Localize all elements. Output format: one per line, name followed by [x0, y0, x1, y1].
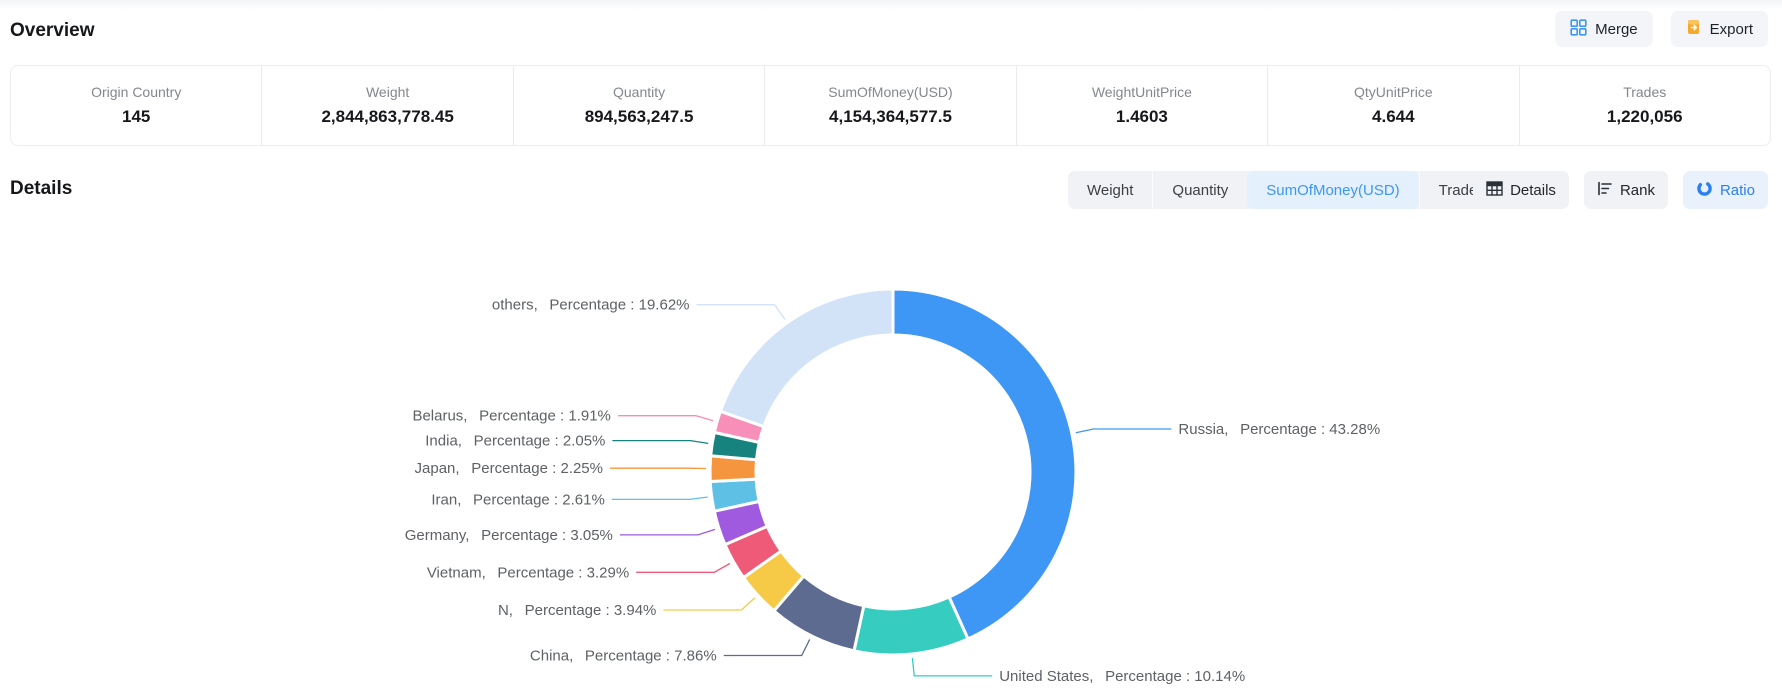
label-leader-line-iran [612, 497, 708, 499]
label-leader-line-n [663, 598, 754, 610]
top-gradient-strip [0, 0, 1782, 10]
stat-quantity: Quantity 894,563,247.5 [514, 66, 765, 145]
stat-value: 894,563,247.5 [585, 107, 694, 127]
stat-value: 1,220,056 [1607, 107, 1683, 127]
stat-label: Quantity [613, 84, 665, 100]
tab-label: Rank [1620, 182, 1655, 199]
stat-value: 1.4603 [1116, 107, 1168, 127]
label-leader-line-russia [1076, 429, 1172, 433]
label-leader-line-china [724, 639, 810, 655]
label-leader-line-belarus [618, 416, 713, 421]
page-title: Overview [10, 20, 95, 42]
stat-value: 4,154,364,577.5 [829, 107, 952, 127]
merge-grid-icon [1570, 19, 1587, 40]
toolbar: Merge Export [1555, 11, 1768, 47]
pie-label-china: China, Percentage : 7.86% [530, 648, 717, 665]
tab-rank-view[interactable]: Rank [1584, 171, 1668, 209]
stat-label: Origin Country [91, 84, 181, 100]
stat-label: QtyUnitPrice [1354, 84, 1433, 100]
tab-sum-of-money[interactable]: SumOfMoney(USD) [1247, 171, 1418, 209]
stat-qty-unit-price: QtyUnitPrice 4.644 [1268, 66, 1519, 145]
stat-label: WeightUnitPrice [1092, 84, 1192, 100]
export-button[interactable]: Export [1671, 11, 1768, 47]
tab-label: Ratio [1720, 182, 1755, 199]
pie-slice-others[interactable] [720, 289, 893, 427]
details-section-title: Details [10, 178, 72, 200]
table-icon [1486, 181, 1503, 200]
stat-origin-country: Origin Country 145 [11, 66, 262, 145]
stat-label: Weight [366, 84, 409, 100]
stat-sum-of-money: SumOfMoney(USD) 4,154,364,577.5 [765, 66, 1016, 145]
label-leader-line-united-states [912, 658, 992, 676]
label-leader-line-germany [620, 529, 715, 535]
tab-label: Details [1510, 182, 1556, 199]
pie-slice-united-states[interactable] [854, 597, 968, 655]
stat-value: 4.644 [1372, 107, 1415, 127]
stat-weight-unit-price: WeightUnitPrice 1.4603 [1017, 66, 1268, 145]
merge-button-label: Merge [1595, 21, 1638, 38]
pie-label-united-states: United States, Percentage : 10.14% [999, 668, 1245, 685]
pie-label-india: India, Percentage : 2.05% [425, 433, 605, 450]
stat-label: SumOfMoney(USD) [828, 84, 952, 100]
tab-quantity[interactable]: Quantity [1152, 171, 1247, 209]
pie-label-germany: Germany, Percentage : 3.05% [405, 527, 613, 544]
pie-label-iran: Iran, Percentage : 2.61% [431, 491, 604, 508]
stat-label: Trades [1623, 84, 1666, 100]
pie-label-russia: Russia, Percentage : 43.28% [1178, 421, 1380, 438]
stat-weight: Weight 2,844,863,778.45 [262, 66, 513, 145]
measure-tab-group: Weight Quantity SumOfMoney(USD) Trades [1068, 171, 1504, 209]
rank-bars-icon [1597, 181, 1613, 200]
pie-label-belarus: Belarus, Percentage : 1.91% [412, 408, 610, 425]
tab-ratio-view[interactable]: Ratio [1683, 171, 1768, 209]
pie-slice-russia[interactable] [893, 289, 1076, 639]
label-leader-line-vietnam [636, 564, 730, 573]
stat-value: 2,844,863,778.45 [321, 107, 453, 127]
pie-label-n: N, Percentage : 3.94% [498, 602, 656, 619]
overview-stats-card: Origin Country 145 Weight 2,844,863,778.… [10, 65, 1771, 146]
tab-details-view[interactable]: Details [1473, 171, 1569, 209]
merge-button[interactable]: Merge [1555, 11, 1653, 47]
stat-value: 145 [122, 107, 150, 127]
label-leader-line-others [697, 305, 785, 320]
pie-label-others: others, Percentage : 19.62% [492, 297, 690, 314]
donut-icon [1696, 180, 1713, 201]
pie-label-japan: Japan, Percentage : 2.25% [415, 460, 603, 477]
export-button-label: Export [1710, 21, 1753, 38]
pie-label-vietnam: Vietnam, Percentage : 3.29% [427, 564, 629, 581]
tab-weight[interactable]: Weight [1068, 171, 1152, 209]
export-document-icon [1686, 19, 1702, 39]
view-tab-group: Details Rank Ratio [1473, 171, 1768, 209]
stat-trades: Trades 1,220,056 [1520, 66, 1770, 145]
label-leader-line-india [612, 441, 708, 444]
